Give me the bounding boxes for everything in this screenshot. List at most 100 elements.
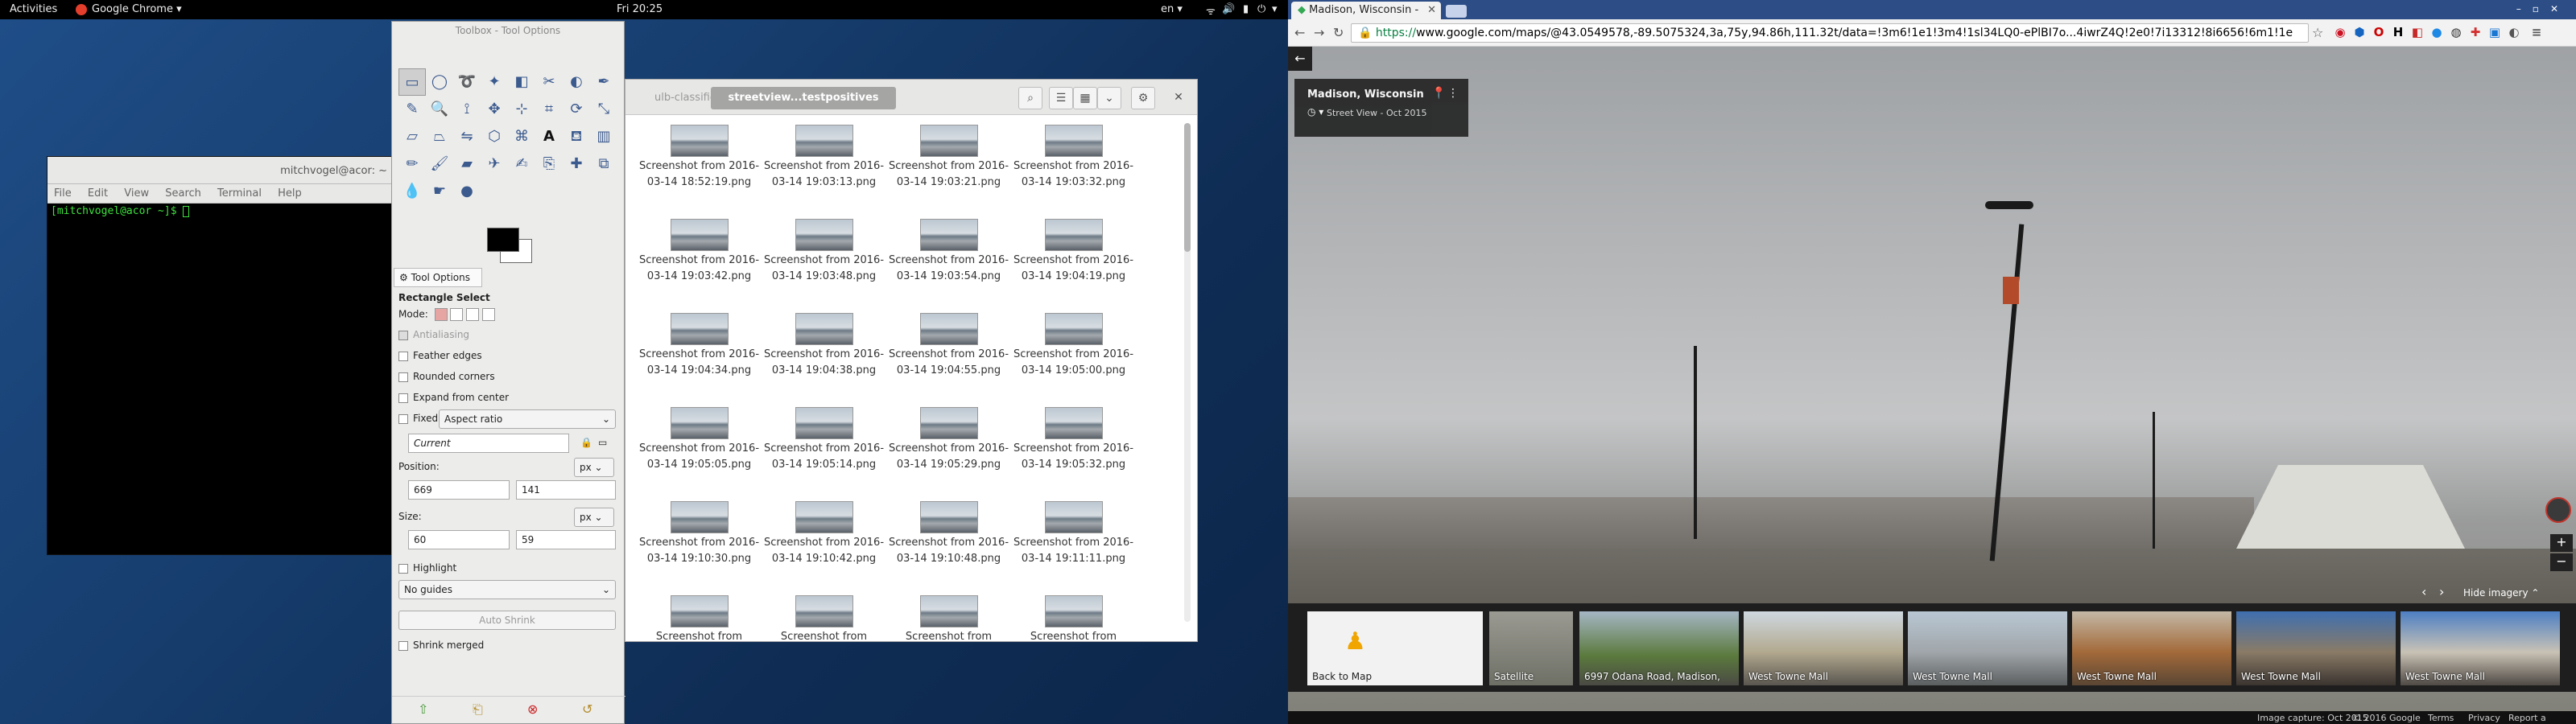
chrome-window[interactable]: ◆ Madison, Wisconsin - ✕ –▫✕ ← → ↻ 🔒 htt… (1288, 0, 2576, 724)
file-item[interactable]: Screenshot from (762, 595, 886, 689)
next-arrow-icon[interactable]: › (2439, 584, 2444, 599)
expand-center-checkbox[interactable]: Expand from center (398, 392, 509, 403)
fixed-dropdown[interactable]: Aspect ratio ⌄ (439, 409, 616, 429)
warp-tool-icon[interactable]: ⌘ (508, 123, 535, 150)
foreground-color-swatch[interactable] (487, 228, 519, 252)
position-unit-dropdown[interactable]: px ⌄ (574, 458, 614, 477)
mode-subtract-button[interactable] (466, 308, 480, 321)
lock-icon[interactable]: 🔒 (580, 437, 592, 448)
language-indicator[interactable]: en ▾ (1161, 3, 1183, 15)
minimize-icon[interactable]: – (2516, 3, 2533, 14)
free-select-tool-icon[interactable]: ➰ (453, 68, 481, 96)
mode-add-button[interactable] (450, 308, 464, 321)
blur-tool-icon[interactable]: 💧 (398, 178, 426, 205)
file-item[interactable]: Screenshot from 2016-03-14 19:05:05.png (637, 407, 762, 501)
file-item[interactable]: Screenshot from 2016-03-14 19:04:55.png (886, 313, 1011, 407)
file-item[interactable]: Screenshot from 2016-03-14 19:10:42.png (762, 501, 886, 595)
zoom-in-button[interactable]: + (2550, 534, 2573, 552)
mode-replace-button[interactable] (434, 308, 448, 321)
terminal-output[interactable]: [mitchvogel@acor ~]$ (47, 204, 394, 554)
extension-opera-icon[interactable]: O (2370, 25, 2388, 41)
hide-imagery-button[interactable]: Hide imagery ⌃ (2463, 587, 2539, 599)
delete-options-icon[interactable]: ⊗ (527, 701, 538, 717)
cage-tool-icon[interactable]: ⬡ (481, 123, 508, 150)
antialiasing-checkbox[interactable]: Antialiasing (398, 329, 469, 340)
capture-date[interactable]: Street View - Oct 2015 (1327, 108, 1427, 118)
close-icon[interactable]: ✕ (1166, 87, 1191, 109)
extension-red-icon[interactable]: ✚ (2467, 25, 2484, 41)
flip-tool-icon[interactable]: ⇋ (453, 123, 481, 150)
move-tool-icon[interactable]: ✥ (481, 96, 508, 123)
shrink-merged-checkbox[interactable]: Shrink merged (398, 640, 484, 651)
file-item[interactable]: Screenshot from 2016-03-14 19:05:29.png (886, 407, 1011, 501)
ellipse-select-tool-icon[interactable]: ◯ (426, 68, 453, 96)
back-arrow-icon[interactable]: ← (1288, 47, 1312, 71)
reload-icon[interactable]: ↻ (1333, 25, 1344, 40)
gear-icon[interactable]: ⚙ (1131, 87, 1155, 109)
foreground-select-tool-icon[interactable]: ◐ (563, 68, 590, 96)
tab-ulb-classifier[interactable]: ulb-classifier (645, 87, 712, 109)
close-icon[interactable]: ✕ (2550, 3, 2570, 14)
extension-pocket-icon[interactable]: ◧ (2409, 25, 2426, 41)
battery-icon[interactable]: ▮ (1243, 3, 1249, 15)
scale-tool-icon[interactable]: ⤡ (590, 96, 617, 123)
fixed-checkbox[interactable]: Fixed: (398, 413, 441, 424)
compass-icon[interactable] (2545, 497, 2571, 523)
back-icon[interactable]: ← (1294, 25, 1305, 40)
file-item[interactable]: Screenshot from 2016-03-14 19:10:30.png (637, 501, 762, 595)
address-bar[interactable]: 🔒 https://www.google.com/maps/@43.054957… (1351, 23, 2309, 43)
ink-tool-icon[interactable]: ✍ (508, 150, 535, 178)
rotate-tool-icon[interactable]: ⟳ (563, 96, 590, 123)
privacy-link[interactable]: Privacy (2468, 713, 2500, 723)
airbrush-tool-icon[interactable]: ✈ (481, 150, 508, 178)
scrollbar-thumb[interactable] (1184, 123, 1191, 252)
heal-tool-icon[interactable]: ✚ (563, 150, 590, 178)
back-to-map-tile[interactable]: ♟ Back to Map (1307, 611, 1483, 685)
file-item[interactable]: Screenshot from 2016-03-14 19:03:21.png (886, 125, 1011, 219)
file-item[interactable]: Screenshot from 2016-03-14 18:52:19.png (637, 125, 762, 219)
file-item[interactable]: Screenshot from 2016-03-14 19:03:54.png (886, 219, 1011, 313)
rect-select-tool-icon[interactable]: ▭ (398, 68, 426, 96)
file-item[interactable]: Screenshot from 2016-03-14 19:05:14.png (762, 407, 886, 501)
system-menu-arrow-icon[interactable]: ▾ (1272, 3, 1278, 15)
align-tool-icon[interactable]: ⊹ (508, 96, 535, 123)
extension-camera-icon[interactable]: ◉ (2331, 25, 2349, 41)
color-picker-tool-icon[interactable]: ✎ (398, 96, 426, 123)
report-problem-link[interactable]: Report a problem (2508, 713, 2576, 724)
gimp-titlebar[interactable]: Toolbox - Tool Options (392, 22, 624, 39)
zoom-out-button[interactable]: − (2550, 553, 2573, 571)
terminal-menu-edit[interactable]: Edit (88, 187, 108, 200)
feather-checkbox[interactable]: Feather edges (398, 350, 482, 361)
file-manager-scrollbar[interactable] (1184, 123, 1191, 622)
tab-tool-options[interactable]: ⚙ Tool Options (394, 268, 482, 287)
satellite-tile[interactable]: Satellite (1489, 611, 1573, 685)
color-select-tool-icon[interactable]: ◧ (508, 68, 535, 96)
film-tile-2[interactable]: West Towne Mall (1744, 611, 1903, 685)
position-x-input[interactable]: 669 (408, 480, 510, 500)
film-tile-4[interactable]: West Towne Mall (2072, 611, 2231, 685)
volume-icon[interactable]: 🔊 (1222, 3, 1235, 15)
file-item[interactable]: Screenshot from 2016-03-14 19:04:34.png (637, 313, 762, 407)
power-icon[interactable]: ⏻ (1257, 3, 1265, 15)
extension-shield-icon[interactable]: ⬢ (2351, 25, 2368, 41)
network-icon[interactable]: ᯤ (1206, 3, 1216, 18)
auto-shrink-button[interactable]: Auto Shrink (398, 611, 616, 630)
tab-streetview-testpositives[interactable]: streetview...testpositives (711, 87, 896, 109)
file-item[interactable]: Screenshot from (886, 595, 1011, 689)
bookmark-star-icon[interactable]: ☆ (2312, 25, 2323, 40)
file-item[interactable]: Screenshot from 2016-03-14 19:03:48.png (762, 219, 886, 313)
terminal-menu-help[interactable]: Help (278, 187, 302, 200)
perspective-clone-tool-icon[interactable]: ⧉ (590, 150, 617, 178)
smudge-tool-icon[interactable]: ☛ (426, 178, 453, 205)
file-item[interactable]: Screenshot from 2016-03-14 19:03:42.png (637, 219, 762, 313)
save-options-icon[interactable]: ⇧ (418, 701, 428, 717)
dodge-burn-tool-icon[interactable]: ● (453, 178, 481, 205)
portrait-landscape-icon[interactable]: ▭ (598, 437, 607, 448)
clock[interactable]: Fri 20:25 (617, 3, 663, 15)
film-tile-3[interactable]: West Towne Mall (1908, 611, 2067, 685)
extension-grey-icon[interactable]: ◐ (2505, 25, 2523, 41)
perspective-tool-icon[interactable]: ⏢ (426, 123, 453, 150)
terminal-menu-file[interactable]: File (54, 187, 72, 200)
pin-icon[interactable]: 📍 (1432, 87, 1446, 100)
size-width-input[interactable]: 60 (408, 530, 510, 549)
